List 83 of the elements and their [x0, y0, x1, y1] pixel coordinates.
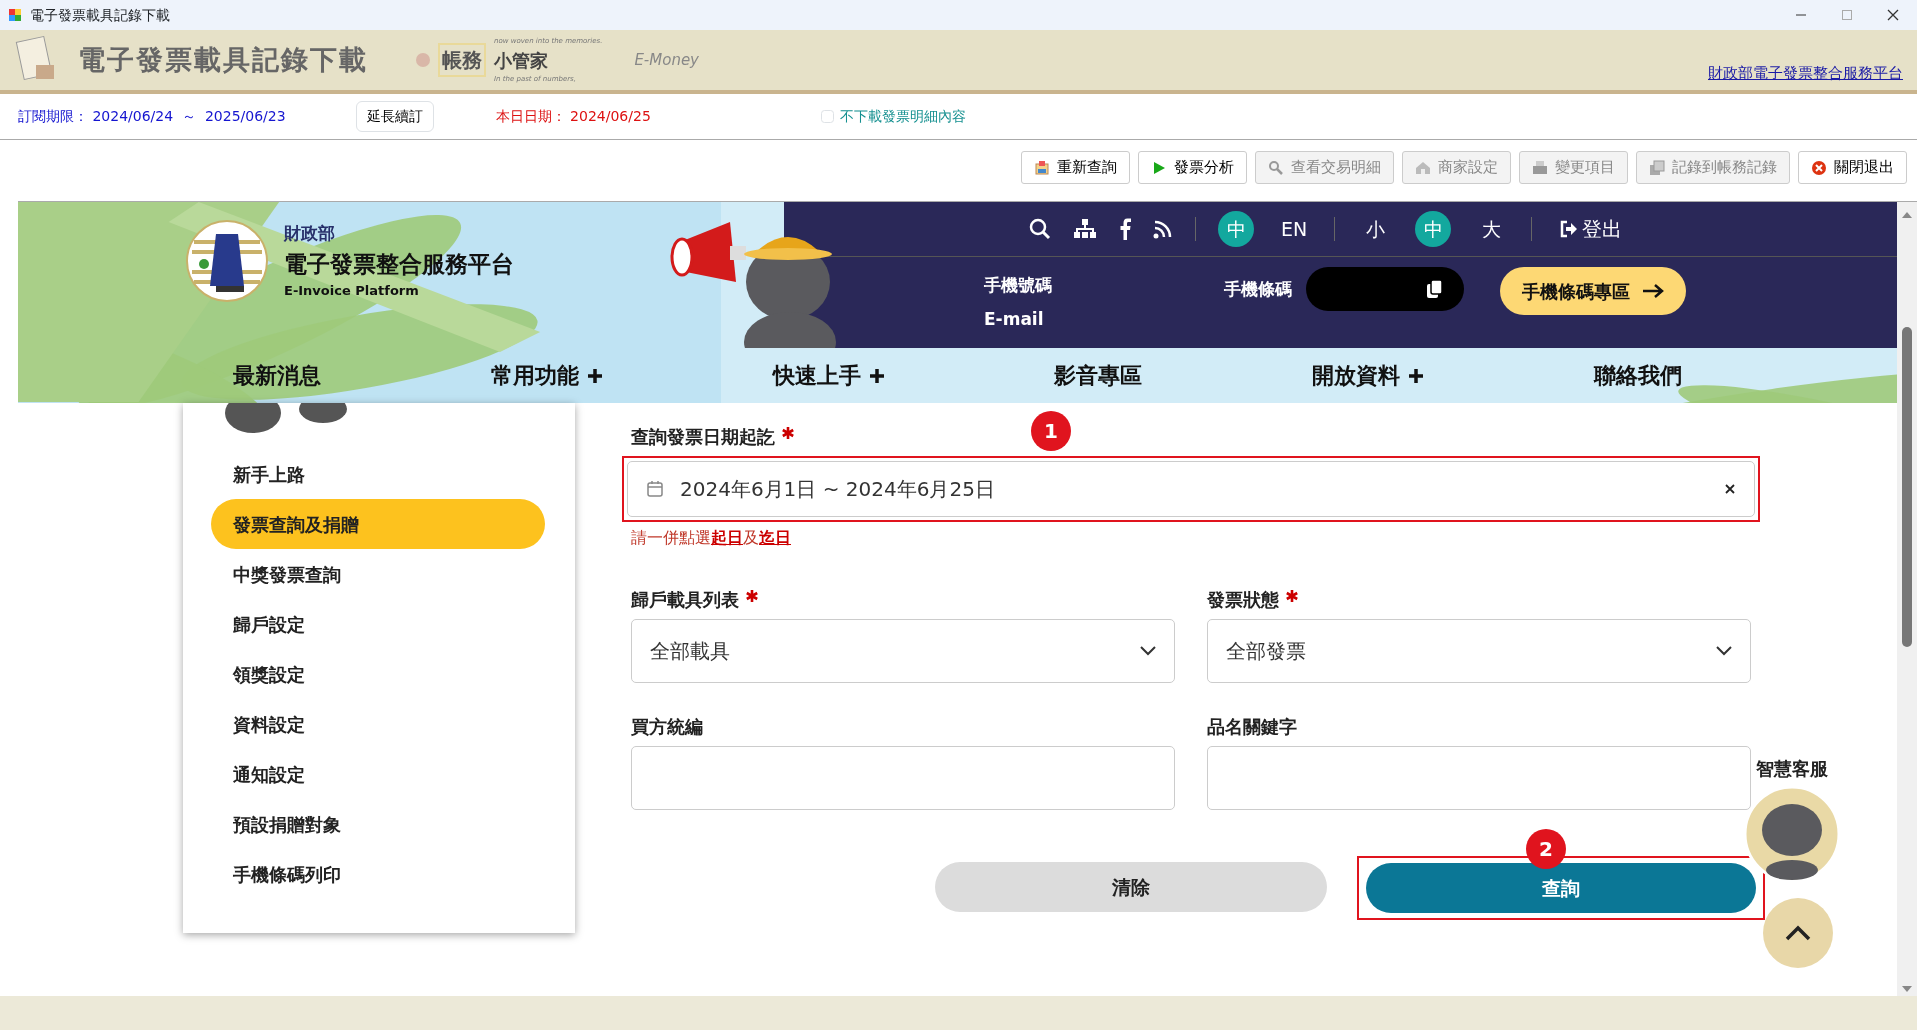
nav-item[interactable]: 影音專區 [1048, 358, 1149, 393]
input-field[interactable] [1207, 746, 1751, 810]
field-label: 手機號碼 [984, 274, 1053, 297]
nav-item[interactable]: 聯絡我們 [1588, 358, 1689, 393]
language-option[interactable]: EN [1276, 211, 1312, 247]
today-date: 本日日期： 2024/06/25 [495, 107, 651, 126]
field-label: 歸戶載具列表 [631, 588, 739, 612]
nav-item[interactable]: 最新消息 [226, 358, 327, 393]
clear-icon[interactable] [1724, 483, 1736, 495]
documents-icon [1649, 159, 1665, 176]
toolbar-button[interactable]: 關閉退出 [1798, 151, 1907, 184]
hint-text: 請一併點選起日及迄日 [631, 527, 792, 549]
sidebar-item[interactable]: 領獎設定 [211, 649, 545, 699]
app-title: 電子發票載具記錄下載 [78, 42, 368, 77]
chevron-up-icon [1785, 925, 1811, 941]
toolbar-button[interactable]: 重新查詢 [1021, 151, 1130, 184]
nav-item[interactable]: 開放資料 [1306, 358, 1431, 393]
emblem-icon [186, 220, 268, 302]
platform-link[interactable]: 財政部電子發票整合服務平台 [1708, 61, 1903, 84]
sidebar-item[interactable]: 通知設定 [211, 749, 545, 799]
brand-caption: E-Money [634, 49, 699, 71]
scrollbar-thumb[interactable] [1902, 327, 1912, 647]
calendar-icon [646, 480, 664, 498]
field-label: 查詢發票日期起訖 [631, 425, 775, 449]
toolbar-button[interactable]: 發票分析 [1138, 151, 1247, 184]
barcode-zone-button[interactable]: 手機條碼專區 [1500, 267, 1686, 315]
clear-button[interactable]: 清除 [935, 862, 1327, 912]
copy-icon[interactable] [1426, 279, 1444, 299]
nav-item[interactable]: 常用功能 [484, 358, 609, 393]
platform-subtitle: E-Invoice Platform [284, 282, 420, 301]
plus-icon [868, 367, 885, 384]
field-label: 手機條碼 [1224, 278, 1292, 301]
subscription-period: 訂閱期限： 2024/06/24 ～ 2025/06/23 [18, 107, 286, 126]
field-label: 品名關鍵字 [1207, 715, 1297, 739]
sidebar-item[interactable]: 預設捐贈對象 [211, 799, 545, 849]
brand-subtitle: 小管家 [494, 48, 549, 73]
field-label: 發票狀態 [1207, 588, 1279, 612]
app-icon [8, 8, 22, 22]
sidebar-item[interactable]: 資料設定 [211, 699, 545, 749]
sitemap-icon[interactable] [1073, 218, 1097, 240]
step-marker: 1 [1031, 411, 1071, 451]
field-label: 買方統編 [631, 715, 703, 739]
select-field[interactable]: 全部載具 [631, 619, 1175, 683]
chevron-down-icon [1716, 646, 1732, 656]
ministry-name: 財政部 [284, 222, 336, 246]
clipboard-icon [1034, 159, 1050, 176]
close-icon[interactable] [1887, 9, 1899, 21]
logout-icon [1560, 220, 1578, 238]
sidebar-item[interactable]: 手機條碼列印 [211, 849, 545, 899]
sidebar-item[interactable]: 歸戶設定 [211, 599, 545, 649]
brand-text: 帳務 [438, 43, 486, 77]
logout-button[interactable]: 登出 [1554, 213, 1628, 245]
play-icon [1151, 159, 1167, 176]
house-icon [1415, 159, 1431, 176]
input-field[interactable] [631, 746, 1175, 810]
select-field[interactable]: 全部發票 [1207, 619, 1751, 683]
arrow-right-icon [1642, 283, 1664, 299]
font-size-option[interactable]: 大 [1473, 211, 1509, 247]
plus-icon [586, 367, 603, 384]
platform-title: 電子發票整合服務平台 [284, 249, 514, 279]
window-title: 電子發票載具記錄下載 [30, 5, 170, 25]
step-marker: 2 [1526, 829, 1566, 869]
chevron-down-icon [1140, 646, 1156, 656]
date-range-field[interactable]: 2024年6月1日 ~ 2024年6月25日 [627, 461, 1755, 517]
font-size-option[interactable]: 小 [1357, 211, 1393, 247]
close-icon [1811, 159, 1827, 176]
dot-icon [416, 53, 430, 67]
plus-icon [1408, 367, 1425, 384]
search-icon [1268, 159, 1284, 176]
renew-button[interactable]: 延長續訂 [355, 101, 434, 132]
sidebar-item[interactable]: 新手上路 [211, 449, 545, 499]
sidebar-item[interactable]: 中獎發票查詢 [211, 549, 545, 599]
sidebar-item[interactable]: 發票查詢及捐贈 [211, 499, 545, 549]
printer-icon [1532, 159, 1548, 176]
search-icon[interactable] [1029, 218, 1051, 240]
query-button[interactable]: 查詢 [1366, 863, 1756, 913]
checkbox-label: 不下載發票明細內容 [839, 107, 966, 126]
skip-details-checkbox[interactable] [820, 110, 834, 123]
facebook-icon[interactable] [1119, 218, 1131, 240]
date-range-value: 2024年6月1日 ~ 2024年6月25日 [680, 476, 996, 503]
nav-item[interactable]: 快速上手 [766, 358, 891, 393]
rss-icon[interactable] [1153, 219, 1173, 239]
field-label: E-mail [984, 307, 1045, 331]
